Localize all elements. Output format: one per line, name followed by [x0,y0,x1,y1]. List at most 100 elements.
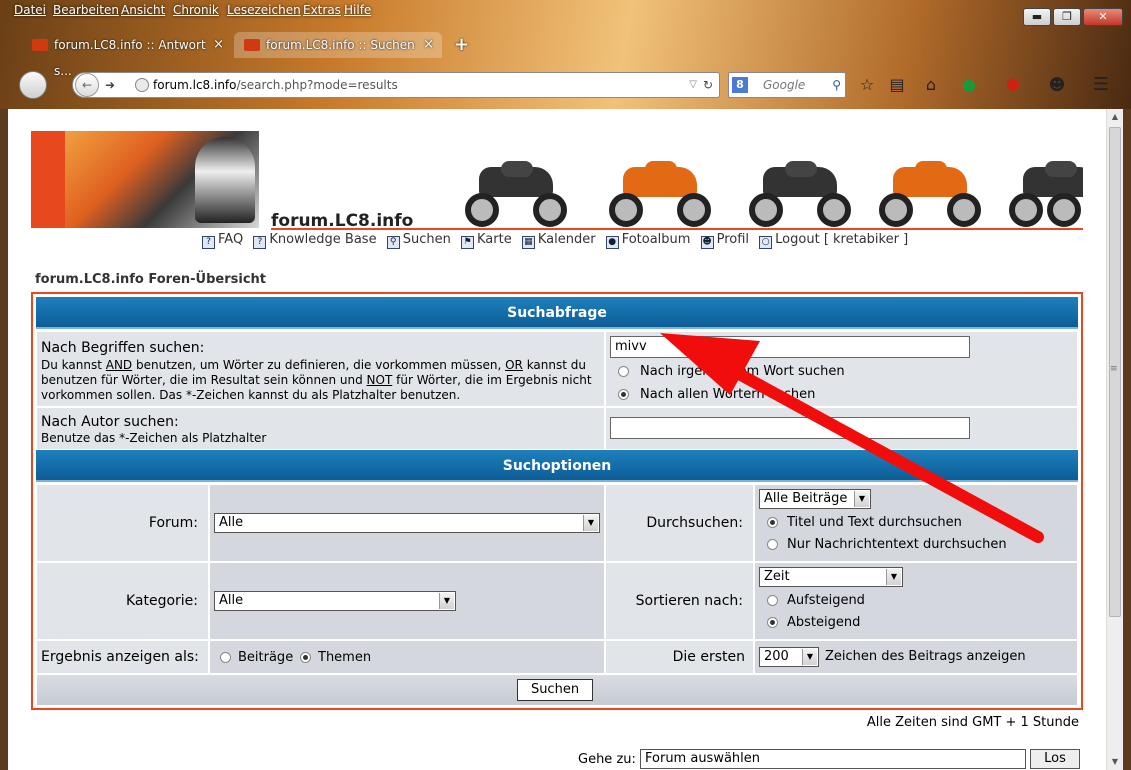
search-in-select[interactable]: Alle Beiträge ▼ [759,489,871,509]
chevron-down-icon: ▼ [802,649,817,665]
search-in-label-cell: Durchsuchen: [605,484,754,562]
search-in-cell: Alle Beiträge ▼ Titel und Text durchsuche… [754,484,1078,562]
close-window-button[interactable]: ✕ [1083,8,1123,26]
author-hint: Benutze das *-Zeichen als Platzhalter [41,431,267,445]
maximize-button[interactable]: ❐ [1053,8,1081,26]
nav-knowledge-base[interactable]: ? Knowledge Base [253,232,377,249]
window-controls: ▬ ❐ ✕ [1023,8,1123,26]
tab-suchen[interactable]: forum.LC8.info :: Suchen × [234,32,442,58]
motorcycle-image [463,153,569,227]
chevron-down-icon: ▼ [854,491,869,507]
adblock-icon[interactable]: ⬢ [1004,76,1022,94]
first-label: Die ersten [672,649,745,665]
goto-select[interactable]: Forum auswählen [640,749,1026,769]
nav-logout[interactable]: ○ Logout [ kretabiker ] [759,232,908,249]
nav-kalender[interactable]: ▦ Kalender [521,232,596,249]
terms-hint: Du kannst AND benutzen, um Wörter zu def… [41,358,592,402]
camera-icon: ● [605,236,619,249]
menu-datei[interactable]: Datei [14,3,46,17]
menu-lesezeichen[interactable]: Lesezeichen [227,3,301,17]
nav-suchen[interactable]: ⚲ Suchen [386,232,451,249]
search-in-label: Durchsuchen: [646,515,743,531]
first-chars-select[interactable]: 200 ▼ [759,647,819,667]
forum-label: Forum: [148,515,198,531]
chevron-down-icon: ▼ [439,593,454,609]
back-arrow-icon[interactable]: ← [75,73,99,97]
minimize-button[interactable]: ▬ [1023,8,1051,26]
banner-accent [31,131,65,228]
options-caption: Suchoptionen [36,450,1078,482]
sort-select[interactable]: Zeit ▼ [759,567,903,587]
sort-desc-radio[interactable] [767,617,778,628]
page-viewport: forum.LC8.info ? FAQ ? Knowledge Base ⚲ Suc… [8,109,1123,770]
nav-karte[interactable]: ⚑ Karte [460,232,512,249]
question-icon: ? [253,236,267,249]
menu-chronik[interactable]: Chronik [173,3,219,17]
terms-label-cell: Nach Begriffen suchen: Du kannst AND ben… [36,331,605,407]
url-bar[interactable]: ← ➜ forum.lc8.info/search.php?mode=resul… [72,72,720,98]
author-input[interactable] [610,417,970,439]
tab-close-icon[interactable]: × [213,32,224,58]
menu-extras[interactable]: Extras [303,3,341,17]
author-label-cell: Nach Autor suchen: Benutze das *-Zeichen… [36,407,605,450]
menu-hilfe[interactable]: Hilfe [344,3,371,17]
menu-bearbeiten[interactable]: Bearbeiten [53,3,119,17]
category-select[interactable]: Alle ▼ [214,591,456,611]
timezone-note: Alle Zeiten sind GMT + 1 Stunde [866,715,1079,730]
show-posts-radio[interactable] [220,652,231,663]
menu-ansicht[interactable]: Ansicht [121,3,165,17]
mode-all-label: Nach allen Wörtern suchen [640,387,816,402]
url-text[interactable]: forum.lc8.info/search.php?mode=results [153,73,398,97]
terms-label: Nach Begriffen suchen: [41,340,205,356]
firefox-menu-button[interactable] [19,71,47,99]
category-select-cell: Alle ▼ [209,562,605,640]
web-search-box[interactable]: 8 Google ⚲ [728,72,846,98]
sort-asc-radio[interactable] [767,595,778,606]
nav-faq[interactable]: ? FAQ [202,232,243,249]
navigation-toolbar: ← ➜ forum.lc8.info/search.php?mode=resul… [0,64,1131,104]
chevron-down-icon: ▼ [886,569,901,585]
goto-label: Gehe zu: [578,752,636,767]
search-submit-button[interactable]: Suchen [517,679,593,701]
favicon-icon [32,39,48,51]
tab-antwort[interactable]: forum.LC8.info :: Antwort s... × [22,32,232,78]
home-icon[interactable]: ⌂ [922,76,940,94]
first-chars-suffix: Zeichen des Beitrags anzeigen [825,649,1026,664]
ghostery-icon[interactable]: ☻ [1048,76,1066,94]
author-label: Nach Autor suchen: [41,414,179,430]
sort-label-cell: Sortieren nach: [605,562,754,640]
show-as-cell: Beiträge Themen [209,640,605,674]
terms-input-cell: mivv Nach irgendeinem Wort suchen Nach a… [605,331,1078,407]
search-title-text-radio[interactable] [767,517,778,528]
logout-icon: ○ [759,236,773,249]
sync-icon[interactable]: ● [960,76,978,94]
hamburger-menu-icon[interactable]: ☰ [1092,76,1110,94]
scroll-down-icon[interactable]: ▼ [1107,754,1123,770]
bookmark-star-icon[interactable]: ☆ [858,76,876,94]
sort-desc-label: Absteigend [787,615,861,630]
nav-profil[interactable]: ☻ Profil [700,232,749,249]
nav-fotoalbum[interactable]: ● Fotoalbum [605,232,690,249]
motorcycle-image [747,153,853,227]
mode-any-radio[interactable] [618,366,629,377]
browser-chrome: Datei Bearbeiten Ansicht Chronik Lesezei… [0,0,1131,109]
history-dropdown-icon[interactable]: ▽ [689,73,697,97]
new-tab-button[interactable]: + [454,34,469,55]
terms-input[interactable]: mivv [610,336,970,358]
show-topics-radio[interactable] [300,652,311,663]
google-icon[interactable]: 8 [732,77,748,93]
goto-button[interactable]: Los [1030,749,1080,769]
reload-icon[interactable]: ↻ [703,73,713,97]
scroll-up-icon[interactable]: ▲ [1107,109,1123,125]
vertical-scrollbar[interactable]: ▲ ≡ ▼ [1106,109,1123,770]
site-banner[interactable]: forum.LC8.info [31,131,1083,231]
forward-arrow-icon[interactable]: ➜ [105,73,115,97]
search-icon[interactable]: ⚲ [832,73,841,97]
search-text-only-radio[interactable] [767,539,778,550]
tab-close-icon[interactable]: × [423,32,434,58]
breadcrumb[interactable]: forum.LC8.info Foren-Übersicht [35,272,266,287]
profile-icon: ☻ [700,236,714,249]
forum-select[interactable]: Alle ▼ [214,513,600,533]
mode-all-radio[interactable] [618,389,629,400]
bookmarks-list-icon[interactable]: ▤ [888,76,906,94]
